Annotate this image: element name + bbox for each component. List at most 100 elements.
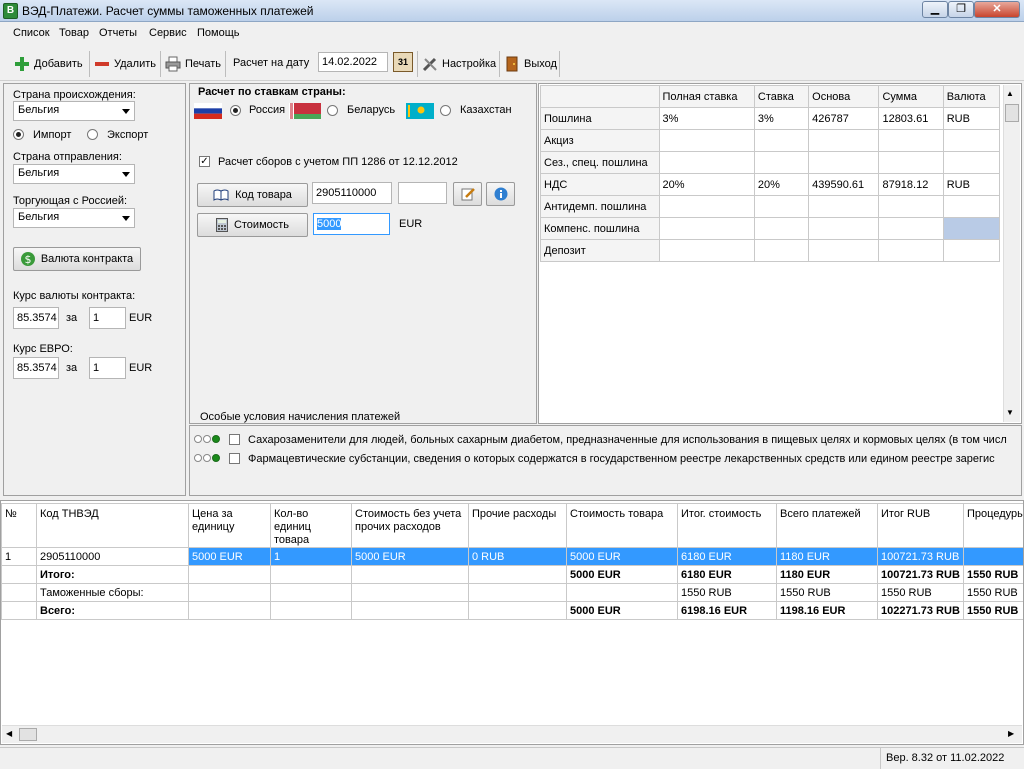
table-cell-selected[interactable] <box>943 218 999 240</box>
calc-date-input[interactable]: 14.02.2022 <box>318 52 388 72</box>
table-cell[interactable]: 3% <box>754 108 808 130</box>
table-cell[interactable] <box>943 152 999 174</box>
table-cell[interactable] <box>879 130 943 152</box>
table-cell[interactable] <box>659 240 754 262</box>
table-cell[interactable] <box>809 196 879 218</box>
menu-reports[interactable]: Отчеты <box>99 27 137 39</box>
table-cell[interactable] <box>659 218 754 240</box>
exit-button[interactable]: Выход <box>500 49 561 79</box>
table-row[interactable]: Акциз <box>541 130 1000 152</box>
add-button[interactable]: Добавить <box>10 49 87 79</box>
table-cell[interactable] <box>879 152 943 174</box>
table-cell[interactable] <box>754 240 808 262</box>
contract-rate-input[interactable]: 85.3574 <box>13 307 59 329</box>
table-cell[interactable] <box>943 240 999 262</box>
menu-goods[interactable]: Товар <box>59 27 89 39</box>
scroll-thumb[interactable] <box>19 728 37 741</box>
table-row[interactable]: Сез., спец. пошлина <box>541 152 1000 174</box>
table-cell[interactable]: 3% <box>659 108 754 130</box>
info-icon <box>494 187 508 201</box>
export-radio[interactable] <box>87 129 98 140</box>
table-cell[interactable] <box>754 130 808 152</box>
contract-currency-button[interactable]: $ Валюта контракта <box>13 247 141 271</box>
table-cell[interactable] <box>809 240 879 262</box>
table-cell[interactable] <box>943 130 999 152</box>
goods-code-extra-input[interactable] <box>398 182 447 204</box>
calendar-icon[interactable]: 31 <box>393 52 413 72</box>
table-row[interactable]: Антидемп. пошлина <box>541 196 1000 218</box>
close-button[interactable]: ✕ <box>974 1 1020 18</box>
origin-country-select[interactable]: Бельгия <box>13 101 135 121</box>
table-cell[interactable]: 20% <box>659 174 754 196</box>
table-cell[interactable] <box>943 196 999 218</box>
rates-vertical-scrollbar[interactable]: ▲ ▼ <box>1003 85 1020 422</box>
condition-checkbox-2[interactable] <box>229 453 240 464</box>
belarus-flag-icon <box>289 103 321 119</box>
contract-rate-qty-input[interactable]: 1 <box>89 307 126 329</box>
table-row[interactable]: Всего: 5000 EUR 6198.16 EUR 1198.16 EUR … <box>2 602 1024 620</box>
contract-rate-for: за <box>66 312 77 324</box>
table-cell[interactable] <box>754 218 808 240</box>
scroll-left-icon[interactable]: ◀ <box>6 729 12 738</box>
table-cell[interactable] <box>809 152 879 174</box>
kazakhstan-radio[interactable] <box>440 105 451 116</box>
table-cell[interactable] <box>809 218 879 240</box>
table-cell[interactable]: 426787 <box>809 108 879 130</box>
departure-country-value: Бельгия <box>18 167 59 179</box>
table-row[interactable]: 1 2905110000 5000 EUR 1 5000 EUR 0 RUB 5… <box>2 548 1024 566</box>
scroll-down-icon[interactable]: ▼ <box>1006 408 1014 417</box>
scroll-right-icon[interactable]: ▶ <box>1008 729 1014 738</box>
contract-rate-label: Курс валюты контракта: <box>13 290 135 302</box>
menu-bar: Список Товар Отчеты Сервис Помощь <box>0 24 1024 43</box>
table-cell[interactable] <box>659 152 754 174</box>
delete-button[interactable]: Удалить <box>90 49 160 79</box>
departure-country-select[interactable]: Бельгия <box>13 164 135 184</box>
table-cell[interactable]: 87918.12 <box>879 174 943 196</box>
russia-radio[interactable] <box>230 105 241 116</box>
table-cell[interactable] <box>659 196 754 218</box>
table-cell[interactable] <box>879 240 943 262</box>
table-cell[interactable] <box>659 130 754 152</box>
table-cell[interactable]: 20% <box>754 174 808 196</box>
menu-help[interactable]: Помощь <box>197 27 240 39</box>
menu-list[interactable]: Список <box>13 27 50 39</box>
table-row[interactable]: Пошлина3%3%42678712803.61RUB <box>541 108 1000 130</box>
goods-code-button[interactable]: Код товара <box>197 183 308 207</box>
table-row[interactable]: Таможенные сборы: 1550 RUB 1550 RUB 1550… <box>2 584 1024 602</box>
menu-service[interactable]: Сервис <box>149 27 187 39</box>
goods-code-input[interactable]: 2905110000 <box>312 182 392 204</box>
settings-button[interactable]: Настройка <box>418 49 500 79</box>
import-radio[interactable] <box>13 129 24 140</box>
table-cell[interactable] <box>754 196 808 218</box>
cost-input[interactable]: 5000 <box>313 213 390 235</box>
maximize-button[interactable]: ❐ <box>948 1 974 18</box>
table-cell[interactable]: 12803.61 <box>879 108 943 130</box>
table-cell[interactable]: RUB <box>943 174 999 196</box>
fees-checkbox[interactable]: ✓ <box>199 156 210 167</box>
table-cell[interactable]: 439590.61 <box>809 174 879 196</box>
cost-button[interactable]: Стоимость <box>197 213 308 237</box>
table-row[interactable]: НДС20%20%439590.6187918.12RUB <box>541 174 1000 196</box>
print-button[interactable]: Печать <box>161 49 225 79</box>
table-cell[interactable] <box>879 196 943 218</box>
scroll-up-icon[interactable]: ▲ <box>1006 89 1014 98</box>
edit-button[interactable] <box>453 182 482 206</box>
table-cell[interactable] <box>809 130 879 152</box>
table-row[interactable]: Депозит <box>541 240 1000 262</box>
rates-table: Полная ставка Ставка Основа Сумма Валюта… <box>540 85 1000 262</box>
table-row[interactable]: Итого: 5000 EUR 6180 EUR 1180 EUR 100721… <box>2 566 1024 584</box>
belarus-radio[interactable] <box>327 105 338 116</box>
condition-checkbox-1[interactable] <box>229 434 240 445</box>
table-cell[interactable] <box>754 152 808 174</box>
info-button[interactable] <box>486 182 515 206</box>
minimize-button[interactable]: ▁ <box>922 1 948 18</box>
goods-horizontal-scrollbar[interactable]: ◀ ▶ <box>2 725 1022 743</box>
table-cell[interactable] <box>879 218 943 240</box>
table-cell[interactable]: RUB <box>943 108 999 130</box>
table-cell: 1 <box>271 548 352 566</box>
table-row[interactable]: Компенс. пошлина <box>541 218 1000 240</box>
euro-rate-input[interactable]: 85.3574 <box>13 357 59 379</box>
trading-country-select[interactable]: Бельгия <box>13 208 135 228</box>
euro-rate-qty-input[interactable]: 1 <box>89 357 126 379</box>
scroll-thumb[interactable] <box>1005 104 1019 122</box>
